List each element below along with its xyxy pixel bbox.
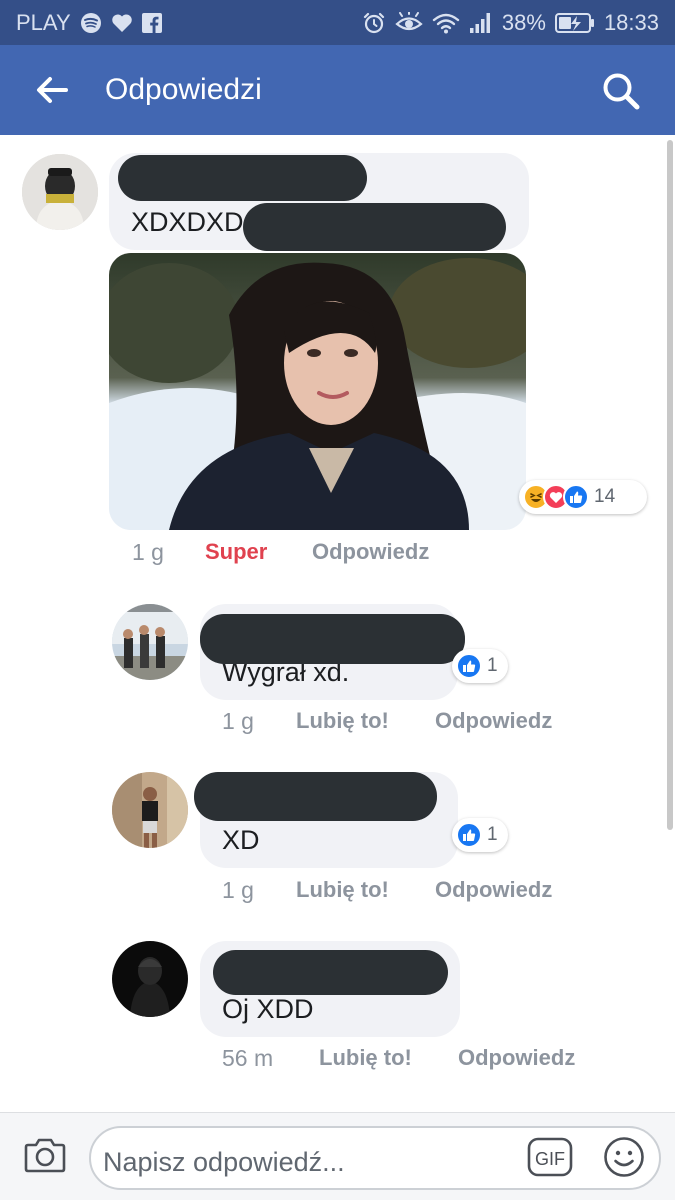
comment-text: XD bbox=[222, 825, 260, 855]
comment-time: 1 g bbox=[222, 708, 254, 734]
avatar[interactable] bbox=[112, 772, 188, 848]
redacted-text bbox=[243, 203, 506, 251]
reaction-count: 1 bbox=[487, 655, 498, 676]
redacted-name bbox=[200, 614, 465, 664]
carrier-label: PLAY bbox=[16, 9, 71, 35]
comment-text: Oj XDD bbox=[222, 994, 314, 1024]
status-bar-right: 38% 18:33 bbox=[362, 10, 659, 36]
gif-button[interactable]: GIF bbox=[527, 1137, 573, 1177]
signal-icon bbox=[469, 12, 493, 34]
reaction-count: 1 bbox=[487, 824, 498, 845]
heart-icon bbox=[111, 13, 133, 33]
comment-time: 56 m bbox=[222, 1045, 274, 1071]
avatar[interactable] bbox=[112, 604, 188, 680]
comment-photo[interactable] bbox=[109, 253, 526, 530]
reply-input-placeholder: Napisz odpowiedź... bbox=[103, 1147, 345, 1177]
redacted-name bbox=[118, 155, 367, 201]
battery-icon bbox=[554, 12, 595, 34]
reply-button[interactable]: Odpowiedz bbox=[435, 877, 552, 903]
reply-button[interactable]: Odpowiedz bbox=[458, 1045, 575, 1071]
status-bar-left: PLAY bbox=[16, 10, 162, 36]
avatar[interactable] bbox=[22, 154, 98, 230]
redacted-name bbox=[194, 772, 437, 821]
page-title: Odpowiedzi bbox=[105, 73, 262, 106]
reaction-summary[interactable]: 1 bbox=[452, 818, 508, 852]
spotify-icon bbox=[80, 12, 102, 34]
alarm-icon bbox=[362, 11, 386, 35]
gif-label: GIF bbox=[535, 1149, 565, 1169]
redacted-name bbox=[213, 950, 448, 995]
wifi-icon bbox=[432, 12, 460, 34]
like-button[interactable]: Lubię to! bbox=[296, 877, 389, 903]
eye-icon bbox=[395, 11, 423, 34]
reply-button[interactable]: Odpowiedz bbox=[435, 708, 552, 734]
back-arrow-icon[interactable] bbox=[34, 72, 70, 108]
reaction-summary[interactable]: 14 bbox=[519, 480, 647, 514]
like-reaction-icon bbox=[456, 653, 482, 679]
comment-time: 1 g bbox=[132, 539, 164, 565]
like-reaction-icon bbox=[456, 822, 482, 848]
reply-button[interactable]: Odpowiedz bbox=[312, 539, 429, 565]
app-bar: Odpowiedzi bbox=[0, 45, 675, 135]
camera-icon[interactable] bbox=[24, 1135, 66, 1175]
reaction-summary[interactable]: 1 bbox=[452, 649, 508, 683]
like-reaction-icon bbox=[563, 484, 589, 510]
like-button[interactable]: Lubię to! bbox=[319, 1045, 412, 1071]
like-button[interactable]: Lubię to! bbox=[296, 708, 389, 734]
battery-percent: 38% bbox=[501, 9, 546, 35]
emoji-icon[interactable] bbox=[603, 1136, 645, 1178]
avatar[interactable] bbox=[112, 941, 188, 1017]
reaction-super-button[interactable]: Super bbox=[205, 539, 267, 565]
clock: 18:33 bbox=[603, 9, 659, 35]
status-bar: PLAY 38% 18:33 bbox=[0, 0, 675, 45]
comment-text: XDXDXD bbox=[131, 207, 244, 237]
comment-time: 1 g bbox=[222, 877, 254, 903]
scrollbar[interactable] bbox=[667, 140, 673, 830]
search-icon[interactable] bbox=[601, 71, 641, 111]
reaction-count: 14 bbox=[594, 486, 616, 507]
facebook-icon bbox=[141, 12, 162, 33]
